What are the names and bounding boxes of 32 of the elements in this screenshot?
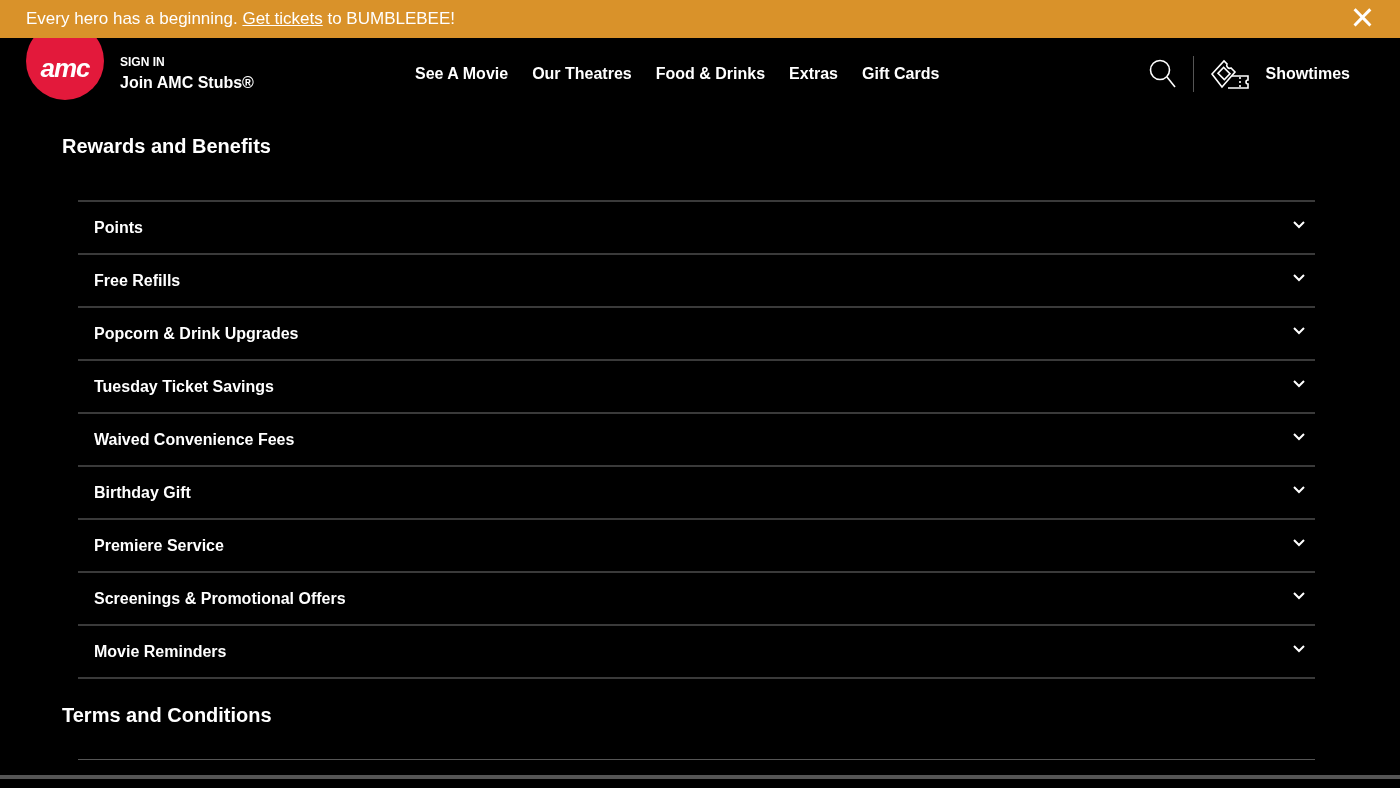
accordion-item[interactable]: Tuesday Ticket Savings [78, 361, 1315, 414]
chevron-icon [1293, 273, 1305, 282]
join-link[interactable]: Join AMC Stubs® [120, 71, 254, 95]
chevron-icon [1293, 485, 1305, 494]
chevron-icon [1293, 432, 1305, 441]
section-heading: Rewards and Benefits [61, 134, 272, 159]
banner-message: Every hero has a beginning. Get tickets to BUMBLEBEE! [26, 8, 455, 31]
chevron-icon [1293, 220, 1305, 229]
ticket-icon[interactable] [1209, 58, 1250, 90]
chevron-icon [1293, 644, 1305, 653]
nav-link[interactable]: Extras [789, 62, 838, 86]
search-icon[interactable] [1148, 59, 1177, 89]
accordion-item[interactable]: Free Refills [78, 255, 1315, 308]
nav-link[interactable]: Food & Drinks [655, 62, 766, 86]
chevron-icon [1293, 591, 1305, 600]
accordion-item[interactable]: Points [78, 202, 1315, 255]
accordion-item[interactable]: Popcorn & Drink Upgrades [78, 308, 1315, 361]
accordion-item[interactable]: Birthday Gift [78, 467, 1315, 520]
nav-link[interactable]: Gift Cards [862, 62, 940, 86]
chevron-icon [1293, 379, 1305, 388]
accordion-item[interactable]: Premiere Service [78, 520, 1315, 573]
accordion-item[interactable]: Screenings & Promotional Offers [78, 573, 1315, 626]
logo[interactable]: amc [26, 38, 104, 100]
accordion-item[interactable]: Movie Reminders [78, 626, 1315, 679]
chevron-icon [1293, 326, 1305, 335]
nav-link[interactable]: Our Theatres [532, 62, 632, 86]
section-heading: Terms and Conditions [61, 703, 273, 728]
chevron-icon [1293, 538, 1305, 547]
sign-in-link[interactable]: SIGN IN [120, 53, 254, 71]
accordion-item[interactable]: Waived Convenience Fees [78, 414, 1315, 467]
showtimes-link[interactable]: Showtimes [1265, 62, 1350, 86]
nav-link[interactable]: See A Movie [415, 62, 509, 86]
